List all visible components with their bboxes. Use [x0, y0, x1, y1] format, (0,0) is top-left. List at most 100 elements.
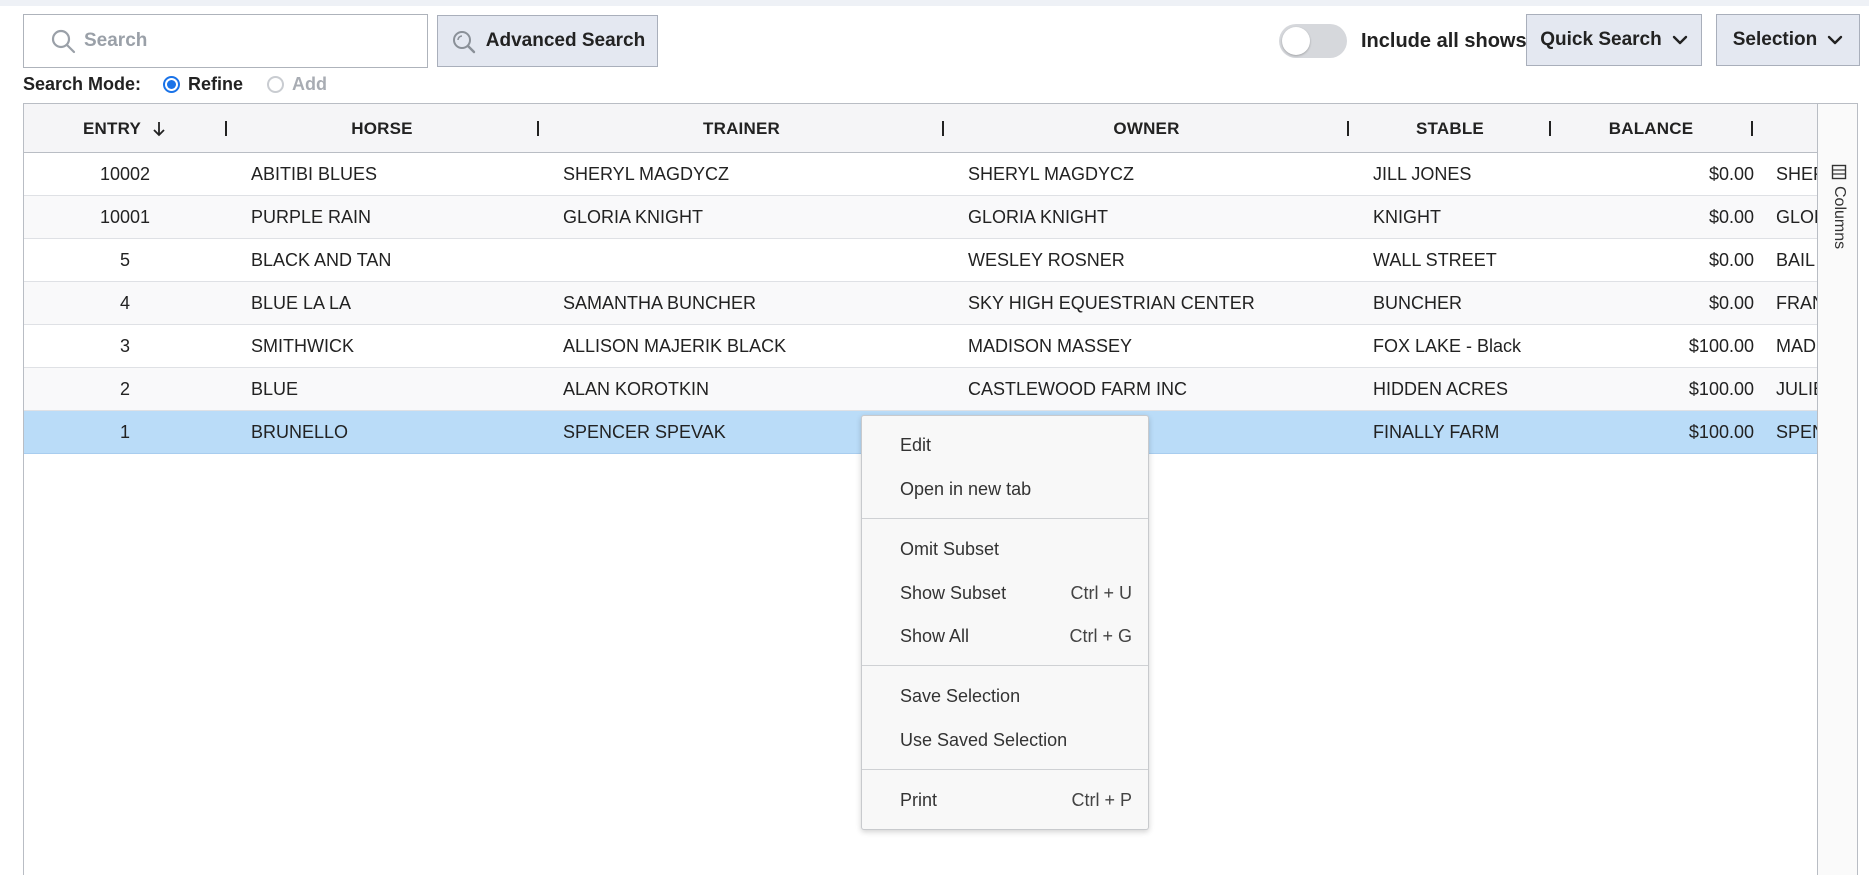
column-resize-handle[interactable]: [1751, 121, 1753, 136]
advanced-search-button[interactable]: Advanced Search: [437, 15, 658, 67]
menu-item-label: Print: [900, 789, 938, 810]
include-all-shows-toggle[interactable]: [1279, 24, 1347, 58]
search-mode: Search Mode: Refine Add: [23, 72, 327, 96]
menu-item-label: Use Saved Selection: [900, 729, 1068, 750]
cell-stable: KNIGHT: [1373, 206, 1442, 227]
cell-truncated: BAIL: [1776, 249, 1816, 270]
menu-divider: [862, 665, 1148, 666]
table-row[interactable]: 4 BLUE LA LA SAMANTHA BUNCHER SKY HIGH E…: [24, 282, 1817, 325]
column-header-trainer[interactable]: TRAINER: [539, 104, 944, 153]
columns-panel-label: Columns: [1831, 186, 1848, 250]
menu-divider: [862, 769, 1148, 770]
menu-item-label: Save Selection: [900, 685, 1021, 706]
columns-icon: [1831, 164, 1847, 180]
quick-search-button[interactable]: Quick Search: [1526, 14, 1702, 66]
cell-truncated: FRAN: [1776, 292, 1817, 313]
cell-owner: WESLEY ROSNER: [968, 249, 1125, 270]
menu-divider: [862, 518, 1148, 519]
cell-trainer: GLORIA KNIGHT: [563, 206, 704, 227]
table-row[interactable]: 3 SMITHWICK ALLISON MAJERIK BLACK MADISO…: [24, 325, 1817, 368]
cell-horse: ABITIBI BLUES: [251, 163, 378, 184]
add-radio[interactable]: [267, 75, 285, 93]
column-header-stable[interactable]: STABLE: [1349, 104, 1551, 153]
sort-descending-icon[interactable]: [151, 120, 167, 138]
cell-balance: $100.00: [1688, 378, 1754, 399]
cell-owner: SKY HIGH EQUESTRIAN CENTER: [968, 292, 1255, 313]
menu-item-use-saved-selection[interactable]: Use Saved Selection: [862, 720, 1148, 760]
cell-truncated: SPEN: [1776, 421, 1817, 442]
include-all-shows: Include all shows: [1279, 24, 1527, 58]
toggle-knob: [1282, 27, 1310, 55]
grid-header: ENTRY HORSE TRAINER OWNER STABLE BALANCE: [24, 104, 1817, 153]
cell-truncated: MAD: [1776, 335, 1816, 356]
column-header-balance[interactable]: BALANCE: [1551, 104, 1751, 153]
cell-owner: SHERYL MAGDYCZ: [968, 163, 1135, 184]
cell-trainer: SHERYL MAGDYCZ: [563, 163, 730, 184]
advanced-search-icon: [452, 31, 475, 54]
column-header-label: ENTRY: [83, 118, 141, 138]
include-all-shows-label: Include all shows: [1361, 29, 1527, 52]
cell-entry: 1: [119, 421, 130, 442]
cell-balance: $0.00: [1708, 206, 1754, 227]
chevron-down-icon: [1672, 35, 1687, 45]
cell-truncated: JULIE: [1776, 378, 1817, 399]
cell-entry: 3: [119, 335, 130, 356]
column-header-label: OWNER: [1113, 118, 1180, 138]
cell-stable: FOX LAKE - Black: [1373, 335, 1522, 356]
cell-horse: BLUE: [251, 378, 299, 399]
cell-trainer: ALAN KOROTKIN: [563, 378, 710, 399]
cell-truncated: GLOR: [1776, 206, 1817, 227]
refine-radio-label: Refine: [188, 73, 244, 94]
menu-item-edit[interactable]: Edit: [862, 425, 1148, 465]
quick-search-label: Quick Search: [1540, 29, 1662, 50]
table-row[interactable]: 10002 ABITIBI BLUES SHERYL MAGDYCZ SHERY…: [24, 153, 1817, 196]
cell-horse: BRUNELLO: [251, 421, 349, 442]
cell-horse: BLACK AND TAN: [251, 249, 392, 270]
column-header-label: TRAINER: [703, 118, 780, 138]
table-row[interactable]: 10001 PURPLE RAIN GLORIA KNIGHT GLORIA K…: [24, 196, 1817, 239]
cell-entry: 10001: [99, 206, 151, 227]
cell-stable: FINALLY FARM: [1373, 421, 1500, 442]
cell-trainer: [563, 239, 953, 281]
cell-stable: HIDDEN ACRES: [1373, 378, 1509, 399]
menu-item-open-new-tab[interactable]: Open in new tab: [862, 469, 1148, 509]
menu-item-print[interactable]: Print Ctrl + P: [862, 780, 1148, 820]
cell-entry: 10002: [99, 163, 151, 184]
cell-truncated: SHER: [1776, 163, 1817, 184]
columns-panel-tab[interactable]: Columns: [1826, 164, 1852, 249]
cell-balance: $0.00: [1708, 292, 1754, 313]
menu-item-show-all[interactable]: Show All Ctrl + G: [862, 616, 1148, 656]
menu-item-label: Show All: [900, 625, 970, 646]
cell-balance: $0.00: [1708, 249, 1754, 270]
cell-trainer: SAMANTHA BUNCHER: [563, 292, 757, 313]
column-header-label: STABLE: [1416, 118, 1484, 138]
search-input[interactable]: [84, 30, 384, 52]
cell-balance: $100.00: [1688, 335, 1754, 356]
menu-item-shortcut: Ctrl + G: [1069, 625, 1132, 646]
selection-button[interactable]: Selection: [1716, 14, 1860, 66]
column-header-entry[interactable]: ENTRY: [24, 104, 226, 153]
menu-item-label: Edit: [900, 434, 932, 455]
chevron-down-icon: [1828, 35, 1843, 45]
menu-item-save-selection[interactable]: Save Selection: [862, 676, 1148, 716]
cell-horse: SMITHWICK: [251, 335, 354, 356]
cell-owner: MADISON MASSEY: [968, 335, 1133, 356]
menu-item-label: Show Subset: [900, 582, 1007, 603]
advanced-search-label: Advanced Search: [485, 30, 646, 51]
menu-item-omit-subset[interactable]: Omit Subset: [862, 529, 1148, 569]
column-header-label: HORSE: [351, 118, 413, 138]
column-header-horse[interactable]: HORSE: [227, 104, 537, 153]
menu-item-label: Open in new tab: [900, 478, 1032, 499]
table-row[interactable]: 2 BLUE ALAN KOROTKIN CASTLEWOOD FARM INC…: [24, 368, 1817, 411]
table-row[interactable]: 5 BLACK AND TAN WESLEY ROSNER WALL STREE…: [24, 239, 1817, 282]
menu-item-show-subset[interactable]: Show Subset Ctrl + U: [862, 573, 1148, 613]
search-box[interactable]: [23, 14, 428, 68]
menu-item-label: Omit Subset: [900, 538, 1000, 559]
column-header-label: BALANCE: [1608, 118, 1694, 138]
refine-radio[interactable]: [163, 75, 181, 93]
add-radio-label: Add: [292, 73, 328, 94]
cell-stable: JILL JONES: [1373, 163, 1472, 184]
menu-item-shortcut: Ctrl + U: [1070, 582, 1132, 603]
column-header-owner[interactable]: OWNER: [944, 104, 1349, 153]
search-mode-label: Search Mode:: [23, 73, 142, 94]
